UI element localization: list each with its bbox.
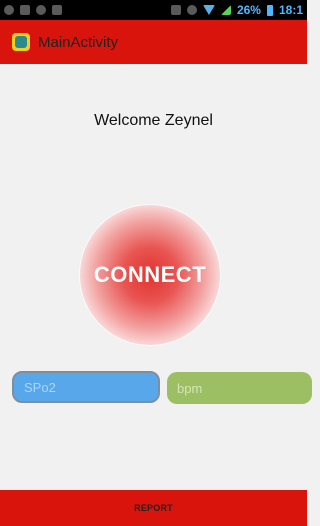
app-icon-inner [15, 36, 27, 48]
activity-title: MainActivity [38, 33, 119, 51]
status-bar-right: 26% 18:1 [170, 3, 303, 17]
bpm-field[interactable]: bpm [167, 372, 312, 404]
status-time: 18:1 [278, 3, 303, 17]
chat-icon [52, 5, 62, 15]
whatsapp-icon [36, 5, 46, 15]
battery-icon [266, 4, 273, 16]
battery-percentage: 26% [236, 3, 261, 17]
spo2-placeholder: SPo2 [24, 379, 56, 395]
vibrate-icon [170, 5, 181, 15]
gallery-icon [20, 5, 30, 15]
report-button[interactable]: REPORT [0, 490, 307, 526]
signal-icon [220, 5, 231, 15]
connect-button[interactable]: CONNECT [80, 205, 220, 345]
wifi-icon [202, 5, 215, 15]
alarm-icon [186, 5, 197, 15]
report-label: REPORT [134, 503, 173, 513]
app-icon[interactable] [12, 33, 30, 51]
status-bar: 26% 18:1 [0, 0, 307, 20]
action-bar: MainActivity [0, 20, 307, 64]
status-bar-left [4, 5, 62, 15]
notification-icon [4, 5, 14, 15]
spo2-field[interactable]: SPo2 [12, 371, 160, 403]
connect-label: CONNECT [93, 262, 207, 287]
bpm-placeholder: bpm [177, 380, 203, 396]
welcome-message: Welcome Zeynel [94, 112, 213, 129]
